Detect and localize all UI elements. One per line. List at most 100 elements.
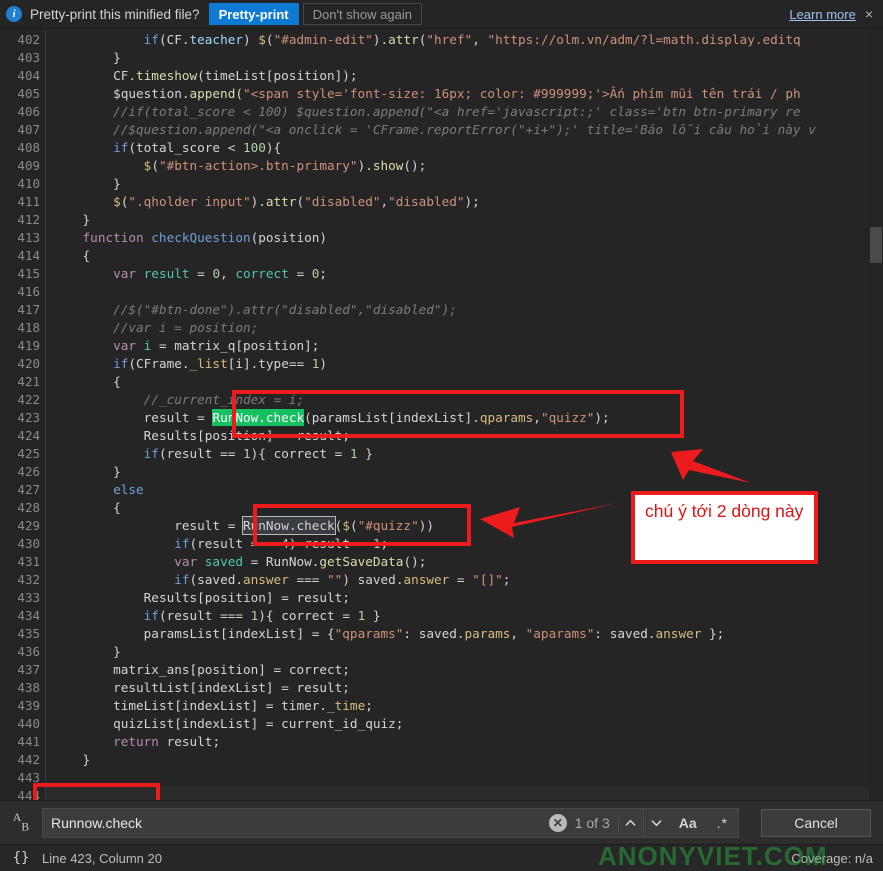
code-line[interactable]: //$("#btn-done").attr("disabled","disabl… [113, 301, 457, 319]
code-line[interactable]: if(result === 1){ correct = 1 } [144, 607, 381, 625]
code-token: ]); [334, 68, 358, 83]
line-number: 410 [17, 176, 40, 191]
line-number: 433 [17, 590, 40, 605]
code-token: [ [174, 716, 182, 731]
code-token: position [204, 428, 266, 443]
code-token: var [174, 554, 205, 569]
code-token: 1 [372, 536, 381, 551]
code-line[interactable]: if(result === 4) result = 1; [174, 535, 388, 553]
learn-more-link[interactable]: Learn more [789, 7, 855, 22]
pretty-print-button[interactable]: Pretty-print [208, 3, 299, 25]
code-token: if [113, 140, 129, 155]
code-line[interactable]: $question.append("<span style='font-size… [113, 85, 801, 103]
code-line[interactable]: if(CF.teacher) $("#admin-edit").attr("hr… [144, 31, 801, 49]
code-token: ( [151, 158, 159, 173]
code-token: function [82, 230, 152, 245]
line-number: 407 [17, 122, 40, 137]
match-case-toggle[interactable]: Aa [669, 815, 707, 831]
code-line[interactable]: if(result == 1){ correct = 1 } [144, 445, 373, 463]
code-line[interactable]: paramsList[indexList] = {"qparams": save… [144, 625, 725, 643]
next-match-button[interactable] [644, 808, 669, 838]
code-line[interactable]: if(saved.answer === "") saved.answer = "… [174, 571, 510, 589]
code-line[interactable]: var i = matrix_q[position]; [113, 337, 319, 355]
code-line[interactable]: { [83, 247, 91, 265]
code-line[interactable]: } [113, 643, 121, 661]
search-match: RunNow.check [242, 516, 336, 535]
code-line[interactable]: result = RunNow.check(paramsList[indexLi… [144, 409, 610, 427]
code-token: ] = [265, 680, 297, 695]
code-editor[interactable]: if(CF.teacher) $("#admin-edit").attr("hr… [0, 29, 883, 800]
pretty-print-notification-bar: i Pretty-print this minified file? Prett… [0, 0, 883, 29]
code-token: qparams [479, 410, 534, 425]
search-input[interactable] [43, 808, 549, 837]
code-token: "href" [426, 32, 473, 47]
code-line[interactable]: } [113, 175, 121, 193]
code-line[interactable]: timeList[indexList] = timer._time; [113, 697, 373, 715]
code-token: ; [212, 734, 221, 749]
code-token: show [372, 158, 404, 173]
code-token: result [174, 518, 221, 533]
code-line[interactable]: } [113, 463, 121, 481]
code-token: correct [288, 662, 343, 677]
code-line[interactable]: //if(total_score < 100) $question.append… [113, 103, 800, 121]
code-line[interactable]: { [113, 499, 121, 517]
scrollbar-thumb[interactable] [870, 227, 882, 263]
code-token: _time [327, 698, 366, 713]
code-token: "aparams" [525, 626, 595, 641]
editor-scrollbar[interactable] [869, 29, 883, 800]
dont-show-again-button[interactable]: Don't show again [302, 3, 422, 25]
code-token: [ [189, 662, 198, 677]
code-line[interactable]: Results[position] = result; [144, 589, 350, 607]
clear-search-icon[interactable]: ✕ [548, 813, 567, 832]
code-token: : [594, 626, 610, 641]
code-token: "#quizz" [357, 518, 419, 533]
code-line[interactable]: //$question.append("<a onclick = 'CFrame… [113, 121, 816, 139]
cancel-button[interactable]: Cancel [761, 808, 871, 837]
code-line[interactable]: return result; [113, 733, 220, 751]
code-token: answer [403, 572, 450, 587]
code-line[interactable]: result = RunNow.check($("#quizz")) [174, 516, 434, 535]
code-content[interactable]: if(CF.teacher) $("#admin-edit").attr("hr… [46, 29, 883, 800]
code-line[interactable]: function checkQuestion(position) [83, 229, 327, 247]
code-line[interactable]: //_current_index = i; [144, 391, 304, 409]
code-token: [ [197, 590, 205, 605]
line-number: 441 [17, 734, 40, 749]
code-line[interactable]: matrix_ans[position] = correct; [113, 661, 350, 679]
code-line[interactable]: } [83, 751, 91, 769]
code-line[interactable]: { [113, 373, 121, 391]
code-line[interactable]: CF.timeshow(timeList[position]); [113, 67, 357, 85]
line-number: 416 [17, 284, 40, 299]
code-line[interactable]: else [113, 481, 144, 499]
code-token: ); [594, 410, 610, 425]
code-line[interactable]: //var i = position; [113, 319, 258, 337]
code-line[interactable]: $("#btn-action>.btn-primary").show(); [144, 157, 427, 175]
format-braces-icon[interactable]: {} [0, 850, 42, 866]
line-number: 414 [17, 248, 40, 263]
code-token: $ [258, 32, 266, 47]
code-line[interactable]: } [113, 49, 121, 67]
code-line[interactable]: var saved = RunNow.getSaveData(); [174, 553, 426, 571]
regex-toggle[interactable]: .* [707, 815, 738, 831]
code-line[interactable]: if(CFrame._list[i].type== 1) [113, 355, 327, 373]
line-number: 420 [17, 356, 40, 371]
code-token: } [82, 212, 91, 227]
code-line[interactable]: var result = 0, correct = 0; [113, 265, 327, 283]
code-token: = [349, 536, 373, 551]
code-token: == [212, 446, 243, 461]
code-token: "" [327, 572, 343, 587]
code-token: , [380, 194, 389, 209]
code-line[interactable]: } [83, 211, 91, 229]
code-token: } [357, 446, 373, 461]
code-line[interactable]: quizList[indexList] = current_id_quiz; [113, 715, 403, 733]
code-line[interactable]: if(total_score < 100){ [113, 139, 281, 157]
code-token: 1 [349, 446, 358, 461]
code-line[interactable]: resultList[indexList] = result; [113, 679, 350, 697]
search-input-wrapper[interactable]: ✕ 1 of 3 Aa .* [42, 807, 739, 838]
code-line[interactable]: Results[position] = result; [144, 427, 350, 445]
code-line[interactable]: $(".qholder input").attr("disabled","dis… [113, 193, 480, 211]
line-number: 413 [17, 230, 40, 245]
close-icon[interactable]: × [865, 7, 873, 21]
code-token: saved [418, 626, 457, 641]
previous-match-button[interactable] [619, 807, 644, 838]
code-token: ; [319, 266, 328, 281]
